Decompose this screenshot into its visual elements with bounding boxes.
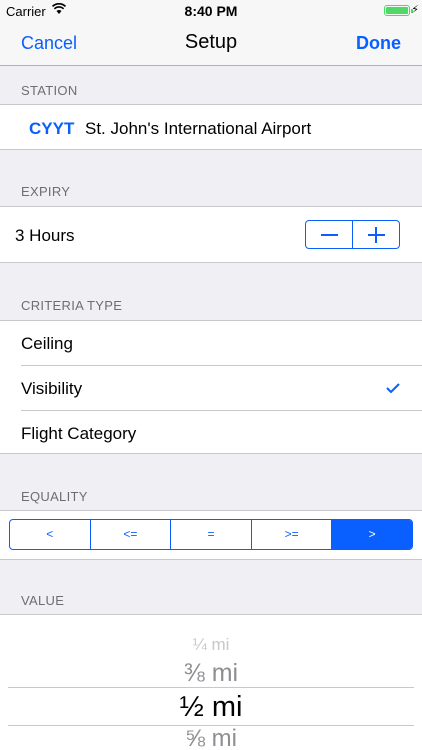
picker-option[interactable]: ⅝ mi <box>0 725 422 750</box>
expiry-row: 3 Hours <box>0 206 422 263</box>
expiry-stepper[interactable] <box>305 220 400 249</box>
criteria-option-flight-category[interactable]: Flight Category <box>0 411 422 455</box>
checkmark-icon <box>386 383 400 393</box>
criteria-option-ceiling[interactable]: Ceiling <box>0 321 422 365</box>
station-name: St. John's International Airport <box>85 119 312 138</box>
picker-selected-option[interactable]: ½ mi <box>0 691 422 724</box>
equality-section-header: EQUALITY <box>21 489 88 504</box>
bolt-icon: ⚡ <box>411 4 419 16</box>
station-row[interactable]: CYYT St. John's International Airport <box>0 104 422 150</box>
station-section-header: STATION <box>21 83 78 98</box>
navigation-bar: Cancel Setup Done <box>0 22 422 66</box>
criteria-option-label: Flight Category <box>21 424 137 443</box>
criteria-section-header: CRITERIA TYPE <box>21 298 123 313</box>
minus-icon[interactable] <box>306 221 352 248</box>
value-picker[interactable]: ¼ mi ⅜ mi ½ mi ⅝ mi <box>0 614 422 750</box>
expiry-value: 3 Hours <box>15 226 75 245</box>
picker-option[interactable]: ⅜ mi <box>0 659 422 688</box>
criteria-option-label: Ceiling <box>21 334 73 353</box>
equality-greater-than[interactable]: > <box>331 520 412 549</box>
equality-less-than[interactable]: < <box>10 520 90 549</box>
status-bar: Carrier 8:40 PM ⚡ <box>0 0 422 22</box>
criteria-option-visibility[interactable]: Visibility <box>0 366 422 410</box>
value-section-header: VALUE <box>21 593 65 608</box>
equality-less-or-equal[interactable]: <= <box>89 520 171 549</box>
criteria-list: Ceiling Visibility Flight Category <box>0 320 422 454</box>
status-time: 8:40 PM <box>184 3 238 19</box>
station-code: CYYT <box>29 119 75 138</box>
criteria-option-label: Visibility <box>21 379 83 398</box>
done-button[interactable]: Done <box>356 33 401 54</box>
equality-segmented-control[interactable]: < <= = >= > <box>9 519 413 550</box>
equality-equal[interactable]: = <box>170 520 251 549</box>
picker-selection-line <box>8 687 414 688</box>
equality-greater-or-equal[interactable]: >= <box>250 520 332 549</box>
battery-icon <box>384 5 413 16</box>
plus-icon[interactable] <box>352 221 399 248</box>
expiry-section-header: EXPIRY <box>21 184 71 199</box>
picker-option[interactable]: ¼ mi <box>0 635 422 655</box>
